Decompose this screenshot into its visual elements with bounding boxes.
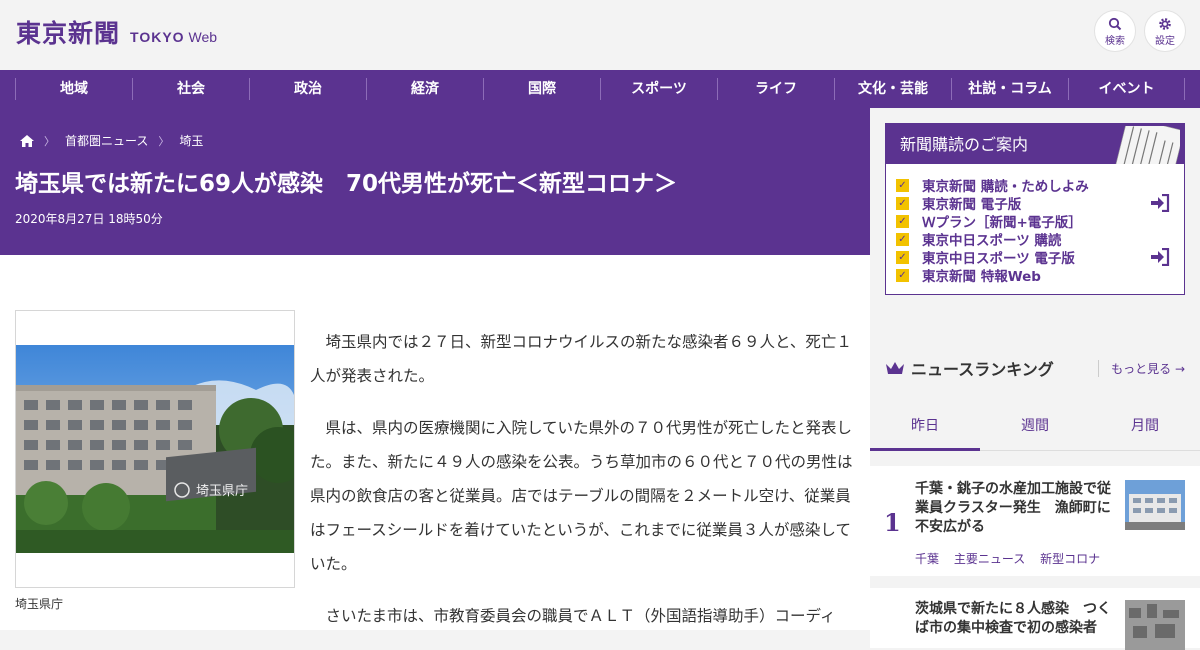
newspaper-icon	[1112, 126, 1180, 164]
subscription-item[interactable]: ✓ 東京新聞 購読・ためしよみ	[896, 176, 1184, 195]
tab-yesterday[interactable]: 昨日	[870, 403, 980, 451]
ranking-item-title[interactable]: 千葉・銚子の水産加工施設で従業員クラスター発生 漁師町に不安広がる	[915, 480, 1115, 537]
subscription-item[interactable]: ✓ 東京新聞 電子版	[896, 194, 1184, 213]
login-icon[interactable]	[1150, 194, 1170, 212]
arrow-right-icon: →	[1174, 362, 1185, 376]
logo-kanji: 東京新聞	[16, 19, 121, 48]
ranking-thumbnail[interactable]	[1125, 480, 1185, 530]
subscription-item-label: Ｗプラン［新聞+電子版］	[922, 215, 1082, 231]
check-icon: ✓	[896, 268, 909, 282]
photo-sign-text: 埼玉県庁	[196, 484, 248, 499]
settings-button[interactable]: 設定	[1144, 10, 1186, 52]
site-logo[interactable]: 東京新聞 TOKYO Web	[16, 14, 217, 50]
ranking-item-tags: 千葉 主要ニュース 新型コロナ	[915, 550, 1111, 567]
nav-item-area[interactable]: 地域	[15, 78, 132, 100]
article-title: 埼玉県では新たに69人が感染 70代男性が死亡＜新型コロナ＞	[15, 171, 678, 197]
breadcrumb-separator: 〉	[44, 134, 55, 148]
site-header: 東京新聞 TOKYO Web 検索 設定	[0, 0, 1200, 70]
photo-caption: 埼玉県庁	[15, 597, 64, 611]
article-paragraph: さいたま市は、市教育委員会の職員でＡＬＴ（外国語指導助手）コーディ	[325, 607, 836, 625]
ranking-item-title[interactable]: 茨城県で新たに８人感染 つくば市の集中検査で初の感染者	[915, 600, 1115, 638]
ranking-thumbnail[interactable]	[1125, 600, 1185, 650]
nav-item-sports[interactable]: スポーツ	[600, 78, 717, 100]
crown-icon	[886, 362, 904, 374]
ranking-more-link[interactable]: もっと見る →	[1098, 360, 1185, 377]
subscription-item-label: 東京中日スポーツ 電子版	[922, 251, 1075, 267]
tag-link[interactable]: 主要ニュース	[954, 552, 1025, 566]
nav-item-events[interactable]: イベント	[1068, 78, 1185, 100]
subscription-list: ✓ 東京新聞 購読・ためしよみ ✓ 東京新聞 電子版 ✓ Ｗプラン［新聞+電子版…	[886, 164, 1184, 285]
logo-web: Web	[188, 29, 218, 45]
ranking-tabs: 昨日 週間 月間	[870, 403, 1200, 451]
settings-label: 設定	[1155, 36, 1175, 47]
ranking-item[interactable]: 茨城県で新たに８人感染 つくば市の集中検査で初の感染者	[870, 588, 1200, 650]
main-nav: 地域 社会 政治 経済 国際 スポーツ ライフ 文化・芸能 社説・コラム イベン…	[0, 70, 1200, 108]
nav-item-international[interactable]: 国際	[483, 78, 600, 100]
subscription-item-label: 東京新聞 電子版	[922, 197, 1022, 213]
article-paragraph: 県は、県内の医療機関に入院していた県外の７０代男性が死亡したと発表した。また、新…	[310, 419, 853, 573]
subscription-box: 新聞購読のご案内 ✓ 東京新聞 購読・ためしよみ ✓ 東京新聞 電子版 ✓ Ｗプ…	[885, 123, 1185, 295]
subscription-item[interactable]: ✓ 東京中日スポーツ 購読	[896, 230, 1184, 249]
subscription-heading[interactable]: 新聞購読のご案内	[886, 124, 1184, 164]
subscription-heading-text: 新聞購読のご案内	[900, 135, 1029, 154]
search-label: 検索	[1105, 36, 1125, 47]
tag-link[interactable]: 千葉	[915, 552, 939, 566]
tab-weekly[interactable]: 週間	[980, 403, 1090, 451]
article-photo-frame[interactable]: 埼玉県庁	[15, 310, 295, 588]
ranking-item[interactable]: 1 千葉・銚子の水産加工施設で従業員クラスター発生 漁師町に不安広がる 千葉 主…	[870, 466, 1200, 576]
check-icon: ✓	[896, 178, 909, 192]
ranking-number: 1	[884, 508, 901, 537]
login-icon[interactable]	[1150, 248, 1170, 266]
gear-icon	[1159, 18, 1171, 30]
ranking-header: ニュースランキング もっと見る →	[885, 356, 1185, 380]
breadcrumb-separator: 〉	[158, 134, 170, 148]
nav-item-politics[interactable]: 政治	[249, 78, 366, 100]
home-icon[interactable]	[20, 134, 34, 147]
sidebar: 新聞購読のご案内 ✓ 東京新聞 購読・ためしよみ ✓ 東京新聞 電子版 ✓ Ｗプ…	[870, 108, 1200, 650]
tab-monthly[interactable]: 月間	[1090, 403, 1200, 451]
tag-link[interactable]: 新型コロナ	[1040, 552, 1100, 566]
check-icon: ✓	[896, 232, 909, 246]
subscription-item[interactable]: ✓ 東京新聞 特報Web	[896, 266, 1184, 285]
nav-item-culture[interactable]: 文化・芸能	[834, 78, 951, 100]
nav-item-editorial[interactable]: 社説・コラム	[951, 78, 1068, 100]
check-icon: ✓	[896, 250, 909, 264]
breadcrumb-metro-news[interactable]: 首都圏ニュース	[65, 132, 148, 149]
check-icon: ✓	[896, 214, 909, 228]
ranking-title: ニュースランキング	[911, 360, 1054, 379]
article-photo: 埼玉県庁	[16, 345, 294, 553]
check-icon: ✓	[896, 196, 909, 210]
breadcrumb: 〉 首都圏ニュース 〉 埼玉	[20, 132, 203, 149]
article-paragraph: 埼玉県内では２７日、新型コロナウイルスの新たな感染者６９人と、死亡１人が発表され…	[310, 333, 852, 385]
article-header: 〉 首都圏ニュース 〉 埼玉 埼玉県では新たに69人が感染 70代男性が死亡＜新…	[0, 108, 870, 255]
nav-item-economy[interactable]: 経済	[366, 78, 483, 100]
article-date: 2020年8月27日 18時50分	[15, 212, 163, 226]
subscription-item[interactable]: ✓ 東京中日スポーツ 電子版	[896, 248, 1184, 267]
subscription-item-label: 東京中日スポーツ 購読	[922, 233, 1062, 249]
subscription-item[interactable]: ✓ Ｗプラン［新聞+電子版］	[896, 212, 1184, 231]
nav-item-life[interactable]: ライフ	[717, 78, 834, 100]
logo-tokyo: TOKYO	[130, 29, 185, 45]
subscription-item-label: 東京新聞 購読・ためしよみ	[922, 179, 1089, 195]
article-text: 埼玉県内では２７日、新型コロナウイルスの新たな感染者６９人と、死亡１人が発表され…	[310, 325, 858, 630]
ranking-more-label: もっと見る	[1111, 362, 1172, 376]
article-body: 埼玉県庁 埼玉県庁 埼玉県内では２７日、新型コロナウイルスの新たな感染者６９人と…	[0, 255, 870, 630]
search-button[interactable]: 検索	[1094, 10, 1136, 52]
subscription-item-label: 東京新聞 特報Web	[922, 269, 1041, 285]
nav-item-society[interactable]: 社会	[132, 78, 249, 100]
search-icon	[1108, 17, 1122, 31]
breadcrumb-saitama[interactable]: 埼玉	[179, 132, 203, 149]
